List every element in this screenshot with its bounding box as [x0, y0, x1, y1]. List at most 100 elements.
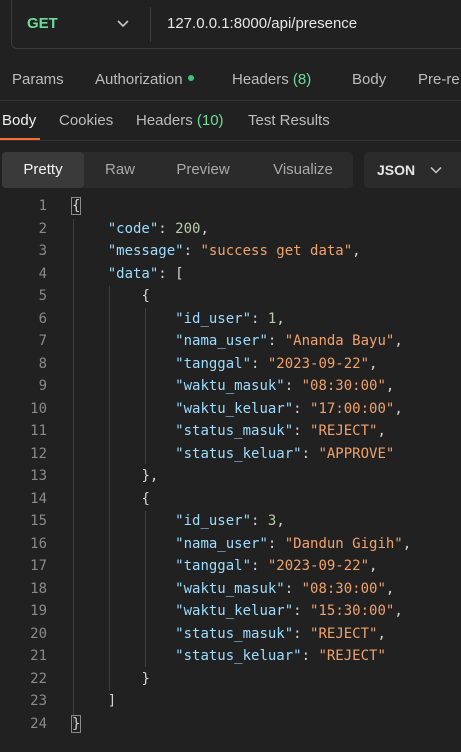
code-text: "data": [: [108, 263, 184, 285]
json-string: "success get data": [200, 243, 353, 259]
json-punctuation: :: [183, 243, 201, 259]
json-key: "waktu_masuk": [175, 580, 285, 597]
json-punctuation: ,: [369, 558, 378, 574]
json-punctuation: :: [251, 355, 268, 372]
code-text: "waktu_keluar": "17:00:00",: [175, 398, 403, 420]
tab-response-headers[interactable]: Headers (10): [136, 112, 224, 129]
json-punctuation: :: [251, 558, 268, 574]
chevron-down-icon[interactable]: [116, 17, 130, 31]
code-text: {: [141, 285, 149, 307]
code-line: 9 "waktu_masuk": "08:30:00",: [0, 375, 461, 397]
code-text: "status_masuk": "REJECT",: [175, 623, 386, 645]
code-line: 22}: [0, 668, 461, 690]
line-number: 9: [38, 378, 47, 394]
json-key: "waktu_masuk": [175, 378, 285, 394]
view-mode-group: Pretty Raw Preview Visualize: [2, 152, 353, 188]
line-number: 14: [30, 490, 47, 507]
code-line: 11 "status_masuk": "REJECT",: [0, 420, 461, 442]
line-number: 20: [30, 625, 47, 642]
json-punctuation: ,: [377, 423, 386, 439]
json-string: "15:30:00": [310, 603, 395, 619]
json-key: "waktu_keluar": [175, 603, 294, 619]
tab-pre-request[interactable]: Pre-re: [418, 71, 460, 88]
code-line: 17 "tanggal": "2023-09-22",: [0, 555, 461, 577]
json-punctuation: :: [284, 580, 302, 597]
code-line: 20 "status_masuk": "REJECT",: [0, 623, 461, 645]
code-line: 18 "waktu_masuk": "08:30:00",: [0, 578, 461, 600]
code-text: "message": "success get data",: [108, 240, 361, 262]
json-key: "nama_user": [175, 333, 268, 349]
code-line: 6 "id_user": 1,: [0, 308, 461, 330]
code-text: "waktu_masuk": "08:30:00",: [175, 578, 394, 600]
visualize-button[interactable]: Visualize: [257, 152, 349, 188]
json-punctuation: ,: [369, 355, 378, 372]
response-tabs: Body Cookies Headers (10) Test Results: [0, 102, 461, 140]
json-string: "Dandun Gigih": [284, 535, 403, 552]
divider: [0, 140, 461, 141]
tab-response-body[interactable]: Body: [2, 112, 36, 129]
method-select[interactable]: GET: [27, 15, 58, 32]
code-text: "waktu_masuk": "08:30:00",: [175, 375, 394, 397]
code-line: 21 "status_keluar": "REJECT": [0, 645, 461, 667]
json-string: "17:00:00": [310, 400, 395, 417]
tab-headers[interactable]: Headers (8): [232, 71, 311, 88]
url-divider: [150, 7, 151, 42]
json-punctuation: },: [141, 468, 159, 484]
raw-button[interactable]: Raw: [90, 152, 150, 188]
divider: [0, 100, 461, 101]
json-punctuation: ]: [107, 693, 117, 709]
preview-button[interactable]: Preview: [162, 152, 244, 188]
code-text: "status_masuk": "REJECT",: [175, 420, 386, 442]
json-punctuation: ,: [394, 333, 403, 349]
json-punctuation: {: [141, 490, 150, 507]
code-line: 8 "tanggal": "2023-09-22",: [0, 353, 461, 375]
url-input[interactable]: 127.0.0.1:8000/api/presence: [167, 15, 357, 32]
json-punctuation: ,: [394, 603, 403, 619]
json-key: "code": [107, 220, 159, 237]
code-text: }: [70, 713, 82, 735]
json-string: "REJECT": [310, 423, 378, 439]
code-line: 7 "nama_user": "Ananda Bayu",: [0, 330, 461, 352]
code-text: ]: [108, 690, 116, 712]
json-key: "nama_user": [175, 535, 268, 552]
json-string: "Ananda Bayu": [284, 333, 395, 349]
code-line: 2 "code": 200,: [0, 218, 461, 240]
status-dot-icon: [187, 75, 194, 82]
code-line: 14 {: [0, 488, 461, 510]
code-text: {: [141, 488, 149, 510]
json-punctuation: }: [70, 714, 82, 733]
json-punctuation: :: [251, 513, 268, 529]
line-number: 5: [38, 288, 47, 304]
json-key: "data": [107, 265, 159, 282]
tab-body[interactable]: Body: [352, 71, 386, 88]
json-string: "08:30:00": [301, 580, 386, 597]
tab-cookies[interactable]: Cookies: [59, 112, 113, 129]
json-string: "REJECT": [318, 648, 386, 664]
tab-test-results[interactable]: Test Results: [248, 112, 330, 129]
json-key: "status_masuk": [175, 625, 294, 642]
format-select[interactable]: JSON: [364, 152, 461, 188]
line-number: 1: [38, 198, 47, 214]
line-number: 11: [30, 423, 47, 439]
json-punctuation: ,: [394, 400, 403, 417]
line-number: 10: [30, 400, 47, 417]
tab-params[interactable]: Params: [12, 71, 64, 88]
line-number: 4: [38, 265, 47, 282]
code-text: {: [70, 195, 82, 217]
pretty-button[interactable]: Pretty: [2, 152, 84, 188]
code-line: 5{: [0, 285, 461, 307]
code-line: 13},: [0, 465, 461, 487]
json-punctuation: ,: [276, 513, 285, 529]
json-punctuation: ,: [352, 243, 361, 259]
code-line: 3 "message": "success get data",: [0, 240, 461, 262]
json-punctuation: :: [267, 333, 285, 349]
request-url-bar: GET 127.0.0.1:8000/api/presence: [11, 0, 461, 49]
chevron-down-icon: [430, 166, 442, 174]
tab-authorization[interactable]: Authorization: [95, 71, 194, 88]
line-number: 19: [30, 603, 47, 619]
json-punctuation: :: [301, 445, 319, 462]
json-string: "2023-09-22": [267, 558, 370, 574]
json-punctuation: :: [293, 423, 311, 439]
code-text: "waktu_keluar": "15:30:00",: [175, 600, 403, 622]
code-line: 23]: [0, 690, 461, 712]
